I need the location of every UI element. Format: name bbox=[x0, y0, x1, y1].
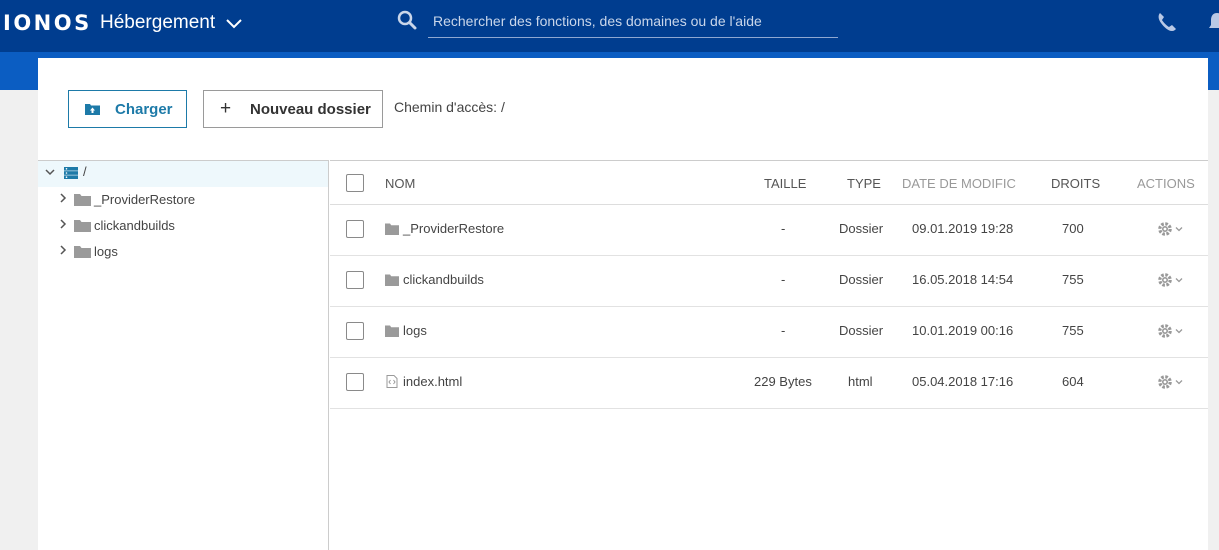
file-rights: 755 bbox=[1062, 323, 1084, 338]
tree-item-clickandbuilds[interactable]: clickandbuilds bbox=[38, 213, 328, 239]
file-type: html bbox=[848, 374, 873, 389]
file-size: - bbox=[781, 221, 786, 236]
table-row[interactable]: index.html 229 Bytes html 05.04.2018 17:… bbox=[330, 358, 1208, 409]
row-checkbox[interactable] bbox=[346, 220, 364, 238]
file-rights: 604 bbox=[1062, 374, 1084, 389]
tree-item-label: logs bbox=[94, 244, 118, 259]
file-type: Dossier bbox=[839, 272, 884, 287]
folder-tree: / _ProviderRestore clickandbuilds logs bbox=[38, 160, 329, 550]
upload-button[interactable]: Charger bbox=[68, 90, 187, 128]
file-manager-panel: Charger + Nouveau dossier Chemin d'accès… bbox=[38, 58, 1208, 550]
tree-item-root[interactable]: / bbox=[38, 161, 328, 187]
tree-item-providerrestore[interactable]: _ProviderRestore bbox=[38, 187, 328, 213]
row-checkbox[interactable] bbox=[346, 322, 364, 340]
upload-button-label: Charger bbox=[115, 101, 173, 118]
tree-item-logs[interactable]: logs bbox=[38, 239, 328, 265]
file-size: 229 Bytes bbox=[754, 374, 812, 389]
column-header-modified[interactable]: DATE DE MODIFIC bbox=[902, 176, 1016, 191]
plus-icon: + bbox=[220, 98, 232, 119]
chevron-right-icon[interactable] bbox=[57, 192, 69, 204]
column-header-rights[interactable]: DROITS bbox=[1051, 176, 1100, 191]
gear-icon[interactable] bbox=[1156, 322, 1188, 340]
chevron-right-icon[interactable] bbox=[57, 218, 69, 230]
file-modified: 05.04.2018 17:16 bbox=[912, 374, 1014, 389]
file-name[interactable]: _ProviderRestore bbox=[403, 221, 504, 236]
tree-item-label: clickandbuilds bbox=[94, 218, 175, 233]
table-row[interactable]: _ProviderRestore - Dossier 09.01.2019 19… bbox=[330, 205, 1208, 256]
gear-icon[interactable] bbox=[1156, 373, 1188, 391]
file-modified: 09.01.2019 19:28 bbox=[912, 221, 1014, 236]
file-size: - bbox=[781, 272, 786, 287]
new-folder-button-label: Nouveau dossier bbox=[250, 101, 371, 118]
folder-icon bbox=[74, 246, 91, 258]
chevron-down-icon[interactable] bbox=[224, 14, 244, 34]
folder-icon bbox=[385, 274, 399, 286]
table-row[interactable]: logs - Dossier 10.01.2019 00:16 755 bbox=[330, 307, 1208, 358]
column-header-size[interactable]: TAILLE bbox=[764, 176, 806, 191]
folder-icon bbox=[74, 194, 91, 206]
folder-icon bbox=[385, 223, 399, 235]
file-list-header: NOM TAILLE TYPE DATE DE MODIFIC DROITS A… bbox=[330, 161, 1208, 205]
file-size: - bbox=[781, 323, 786, 338]
select-all-checkbox[interactable] bbox=[346, 174, 364, 192]
file-type: Dossier bbox=[839, 221, 884, 236]
file-modified: 16.05.2018 14:54 bbox=[912, 272, 1014, 287]
file-rights: 755 bbox=[1062, 272, 1084, 287]
file-name[interactable]: logs bbox=[403, 323, 427, 338]
file-modified: 10.01.2019 00:16 bbox=[912, 323, 1014, 338]
column-header-name[interactable]: NOM bbox=[385, 176, 415, 191]
file-name[interactable]: index.html bbox=[403, 374, 462, 389]
gear-icon[interactable] bbox=[1156, 220, 1188, 238]
folder-icon bbox=[74, 220, 91, 232]
chevron-right-icon[interactable] bbox=[57, 244, 69, 256]
column-header-type[interactable]: TYPE bbox=[847, 176, 881, 191]
file-code-icon bbox=[386, 375, 398, 388]
product-menu-label[interactable]: Hébergement bbox=[100, 12, 215, 34]
phone-icon[interactable] bbox=[1155, 10, 1179, 34]
row-checkbox[interactable] bbox=[346, 373, 364, 391]
search-input[interactable] bbox=[428, 4, 838, 38]
tree-item-label: / bbox=[83, 164, 87, 179]
bell-icon[interactable] bbox=[1207, 10, 1219, 34]
current-path: Chemin d'accès: / bbox=[394, 99, 505, 115]
server-icon bbox=[64, 167, 78, 179]
file-toolbar: Charger + Nouveau dossier Chemin d'accès… bbox=[38, 58, 1208, 160]
file-type: Dossier bbox=[839, 323, 884, 338]
row-checkbox[interactable] bbox=[346, 271, 364, 289]
new-folder-button[interactable]: + Nouveau dossier bbox=[203, 90, 383, 128]
file-name[interactable]: clickandbuilds bbox=[403, 272, 484, 287]
upload-folder-icon bbox=[85, 104, 100, 115]
chevron-down-icon[interactable] bbox=[44, 166, 56, 178]
folder-icon bbox=[385, 325, 399, 337]
ionos-logo[interactable]: IONOS bbox=[3, 11, 92, 35]
column-header-actions: ACTIONS bbox=[1137, 176, 1195, 191]
tree-item-label: _ProviderRestore bbox=[94, 192, 196, 207]
gear-icon[interactable] bbox=[1156, 271, 1188, 289]
sub-navigation-edge bbox=[1208, 52, 1219, 90]
file-rights: 700 bbox=[1062, 221, 1084, 236]
file-list: NOM TAILLE TYPE DATE DE MODIFIC DROITS A… bbox=[330, 160, 1208, 550]
table-row[interactable]: clickandbuilds - Dossier 16.05.2018 14:5… bbox=[330, 256, 1208, 307]
top-navigation-bar: IONOS Hébergement bbox=[0, 0, 1219, 52]
search-icon bbox=[397, 10, 417, 30]
